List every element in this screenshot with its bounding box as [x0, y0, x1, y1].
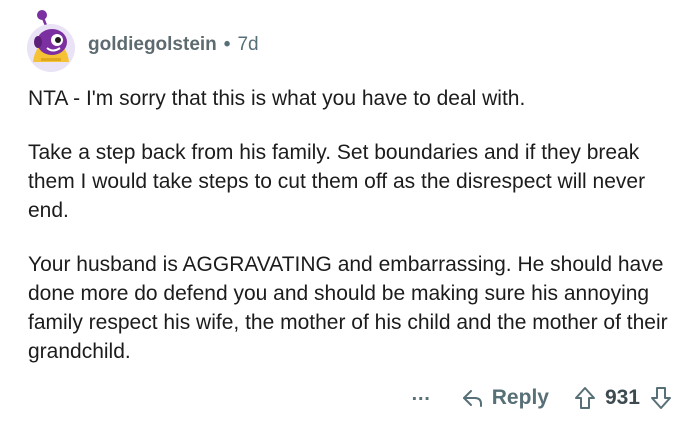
avatar-icon — [27, 10, 75, 72]
vote-count: 931 — [604, 386, 640, 409]
comment-body: NTA - I'm sorry that this is what you ha… — [28, 84, 678, 366]
comment-paragraph: Take a step back from his family. Set bo… — [28, 141, 646, 222]
reply-arrow-icon — [462, 388, 492, 408]
username-link[interactable]: goldiegolstein — [88, 34, 217, 56]
upvote-arrow-icon[interactable] — [574, 386, 596, 410]
more-options-button[interactable]: … — [411, 383, 432, 406]
comment-meta: goldiegolstein • 7d — [88, 34, 259, 56]
reply-button[interactable]: Reply — [462, 386, 549, 410]
comment-paragraph: NTA - I'm sorry that this is what you ha… — [28, 87, 526, 110]
comment-card: goldiegolstein • 7d NTA - I'm sorry that… — [0, 0, 700, 434]
comment-actions: … Reply 931 — [411, 380, 672, 416]
downvote-arrow-icon[interactable] — [650, 386, 672, 410]
avatar[interactable] — [21, 4, 81, 74]
comment-paragraph: Your husband is AGGRAVATING and embarras… — [28, 253, 668, 363]
reply-label: Reply — [491, 386, 549, 409]
meta-separator: • — [223, 34, 231, 55]
comment-header: goldiegolstein • 7d — [21, 4, 259, 74]
vote-controls: 931 — [574, 386, 672, 410]
timestamp[interactable]: 7d — [237, 34, 258, 56]
